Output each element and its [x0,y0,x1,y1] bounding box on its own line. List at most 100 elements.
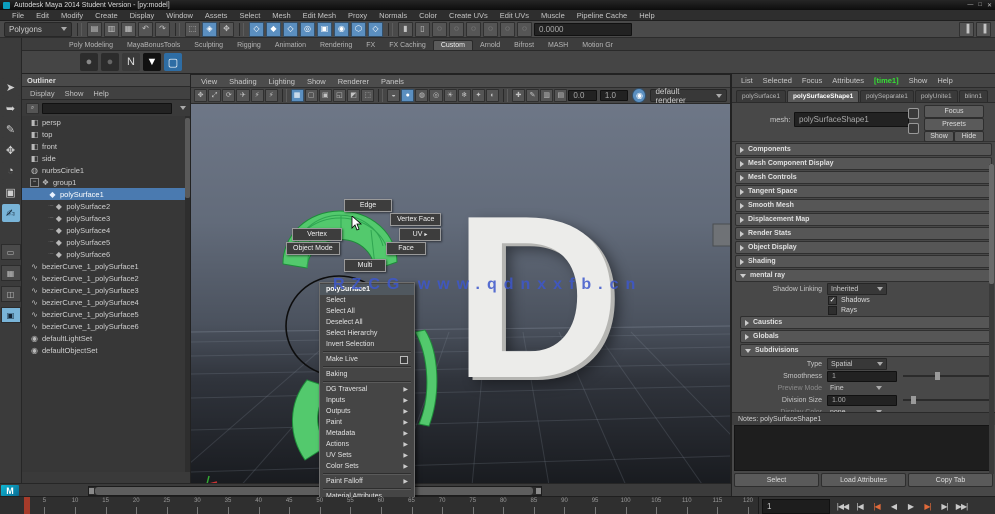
ae-menu-show[interactable]: Show [905,76,932,85]
hypergraph-persp-layout[interactable]: ▣ [1,307,21,323]
attribute-editor-scrollbar[interactable] [989,164,994,474]
menu-create-uvs[interactable]: Create UVs [443,11,494,20]
ae-tab-blinn1[interactable]: blinn1 [959,90,988,102]
hypershade-icon[interactable]: ◌ [500,22,515,37]
time-slider[interactable]: 5101520253035404550556065707580859095100… [0,497,759,514]
shadows-icon[interactable]: ☀ [444,89,457,102]
grid-toggle-icon[interactable]: ▦ [291,89,304,102]
context-menu-item-color-sets[interactable]: Color Sets▶ [320,461,414,472]
renderer-selector[interactable]: default renderer [650,89,727,102]
outliner-item-group1[interactable]: −❖group1 [22,176,190,188]
snap-point-icon[interactable]: ◇ [283,22,298,37]
select-object-icon[interactable]: ◈ [202,22,217,37]
go-to-start-button[interactable]: |◀◀ [835,500,850,513]
menu-normals[interactable]: Normals [373,11,413,20]
marking-menu-vertex[interactable]: Vertex [292,228,342,241]
snap-surface-icon[interactable]: ⬡ [351,22,366,37]
menu-assets[interactable]: Assets [199,11,234,20]
gate-mask-icon[interactable]: ◱ [333,89,346,102]
ae-section-mental-ray[interactable]: mental ray [735,269,992,282]
outliner-item-polySurface3[interactable]: ·–◆polySurface3 [22,212,190,224]
motion-blur-icon[interactable]: ✦ [472,89,485,102]
checkbox-unchecked-icon[interactable] [828,306,837,315]
render-settings-icon[interactable]: ◌ [483,22,498,37]
lasso-tool[interactable]: ➥ [2,99,20,117]
go-to-end-button[interactable]: ▶▶| [954,500,969,513]
wireframe-icon[interactable]: ◒ [387,89,400,102]
ae-tab-polyUnite1[interactable]: polyUnite1 [915,90,958,102]
safe-action-icon[interactable]: ⬚ [361,89,374,102]
close-button[interactable]: ✕ [987,2,992,9]
outliner-menu-display[interactable]: Display [30,89,55,98]
context-menu-item-actions[interactable]: Actions▶ [320,439,414,450]
outliner-item-bezierCurve_1_polySurface6[interactable]: ∿bezierCurve_1_polySurface6 [22,320,190,332]
menu-set-selector[interactable]: Polygons [4,22,72,37]
ae-section-components[interactable]: Components [735,143,992,156]
notes-textarea[interactable] [734,425,993,471]
channel-box-toggle[interactable]: ▐ [976,22,991,37]
preview-mode-dropdown[interactable]: Fine [827,383,885,393]
shelf-tab-custom[interactable]: Custom [433,40,473,50]
ae-tab-polySurface1[interactable]: polySurface1 [736,90,786,102]
ae-menu-attributes[interactable]: Attributes [828,76,868,85]
rotate-tool[interactable]: ◔ [2,162,20,180]
outliner-item-polySurface5[interactable]: ·–◆polySurface5 [22,236,190,248]
range-slider-thumb[interactable] [95,487,533,495]
menu-create[interactable]: Create [89,11,124,20]
context-menu-item-uv-sets[interactable]: UV Sets▶ [320,450,414,461]
marking-menu-edge[interactable]: Edge [344,199,392,212]
viewport-menu-view[interactable]: View [196,77,222,86]
default-light-icon[interactable]: ⚡ [251,89,264,102]
textured-icon[interactable]: ◍ [415,89,428,102]
shelf-tab-poly-modeling[interactable]: Poly Modeling [62,41,120,50]
film-gate-icon[interactable]: ▢ [305,89,318,102]
slider-knob[interactable] [935,372,940,380]
menu-edit[interactable]: Edit [30,11,55,20]
multisample-icon[interactable]: ◐ [486,89,499,102]
paint-effects-icon[interactable]: ◌ [517,22,532,37]
ae-section-shading[interactable]: Shading [735,255,992,268]
context-menu-item-dg-traversal[interactable]: DG Traversal▶ [320,384,414,395]
menu-window[interactable]: Window [160,11,199,20]
outliner-menu-show[interactable]: Show [65,89,84,98]
range-start-handle[interactable] [89,488,94,494]
track-icon[interactable]: ⤢ [208,89,221,102]
shelf-tab-fx[interactable]: FX [359,41,382,50]
menu-file[interactable]: File [6,11,30,20]
outliner-item-top[interactable]: ◧top [22,128,190,140]
plane-shelf-icon[interactable]: ▢ [164,53,182,71]
shelf-tab-mash[interactable]: MASH [541,41,575,50]
ae-checkbox-rays[interactable]: Rays [828,305,995,315]
shelf-tab-sculpting[interactable]: Sculpting [187,41,230,50]
shelf-tab-motion-gr[interactable]: Motion Gr [575,41,620,50]
shelf-tab-bifrost[interactable]: Bifrost [507,41,541,50]
viewport-scene[interactable]: D RZCG www.qdnxxfb.cn persp Edge Vertex … [191,104,730,497]
shelf-tab-fx-caching[interactable]: FX Caching [382,41,433,50]
context-menu-item-select-hierarchy[interactable]: Select Hierarchy [320,328,414,339]
outliner-item-defaultObjectSet[interactable]: ◉defaultObjectSet [22,344,190,356]
xray-icon[interactable]: ✎ [526,89,539,102]
snap-grid-icon[interactable]: ◇ [249,22,264,37]
scale-tool[interactable]: ▣ [2,183,20,201]
letter-shelf-icon[interactable]: N [122,53,140,71]
menu-mesh[interactable]: Mesh [266,11,296,20]
minimize-button[interactable]: — [967,2,973,9]
outliner-search-input[interactable] [42,103,172,114]
shadow-linking-dropdown[interactable]: Inherited [827,283,887,295]
exposure-field[interactable]: 0.0 [568,90,597,101]
select-hierarchy-icon[interactable]: ⬚ [185,22,200,37]
all-lights-icon[interactable]: ⚡ [265,89,278,102]
ae-checkbox-shadows[interactable]: ✓Shadows [828,295,995,305]
gamma-field[interactable]: 1.0 [600,90,629,101]
ae-menu--time1-[interactable]: [time1] [870,76,903,85]
context-menu-item-material-attributes-[interactable]: Material Attributes... [320,491,414,497]
persp-outliner-layout[interactable]: ◫ [1,286,21,302]
viewport-menu-shading[interactable]: Shading [224,77,262,86]
outliner-item-front[interactable]: ◧front [22,140,190,152]
expand-toggle-icon[interactable]: − [30,178,39,187]
fly-icon[interactable]: ✈ [236,89,249,102]
context-menu-item-outputs[interactable]: Outputs▶ [320,406,414,417]
menu-color[interactable]: Color [413,11,443,20]
ae-menu-selected[interactable]: Selected [759,76,796,85]
outliner-item-polySurface2[interactable]: ·–◆polySurface2 [22,200,190,212]
